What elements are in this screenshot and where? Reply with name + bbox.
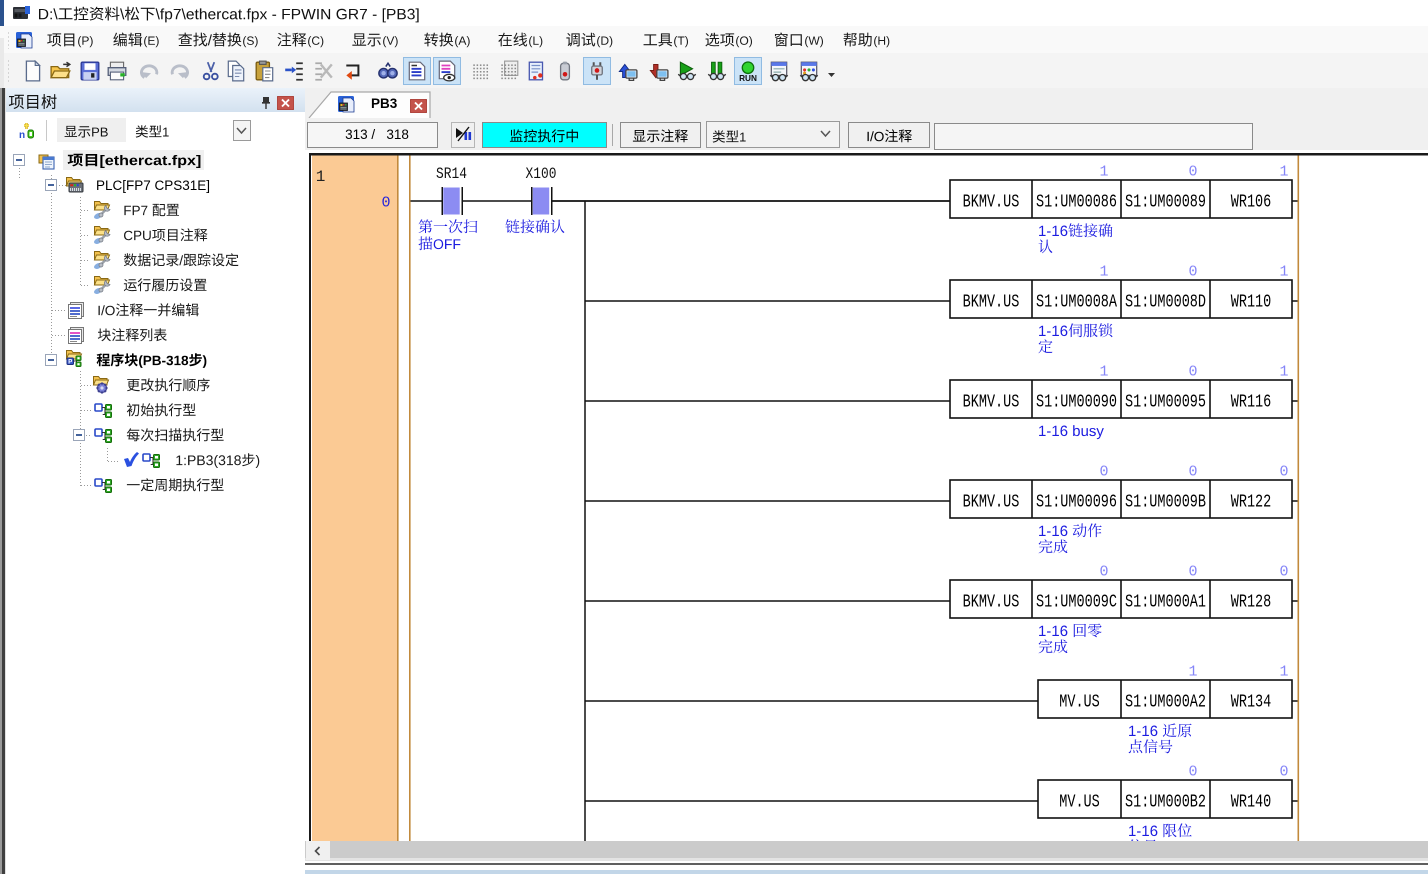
svg-text:1: 1 bbox=[316, 168, 326, 186]
svg-text:S1:UM0009C: S1:UM0009C bbox=[1036, 593, 1117, 613]
svg-text:S1:UM00090: S1:UM00090 bbox=[1036, 393, 1117, 413]
svg-text:S1:UM000A1: S1:UM000A1 bbox=[1125, 593, 1206, 613]
svg-text:0: 0 bbox=[1279, 564, 1288, 581]
svg-text:1: 1 bbox=[1279, 264, 1288, 281]
svg-text:1: 1 bbox=[1099, 164, 1108, 181]
svg-text:WR128: WR128 bbox=[1231, 593, 1272, 613]
svg-text:0: 0 bbox=[1099, 564, 1108, 581]
svg-text:0: 0 bbox=[381, 195, 390, 212]
svg-text:S1:UM00095: S1:UM00095 bbox=[1125, 393, 1206, 413]
svg-text:S1:UM00089: S1:UM00089 bbox=[1125, 193, 1206, 213]
svg-text:S1:UM000B2: S1:UM000B2 bbox=[1125, 793, 1206, 813]
svg-text:0: 0 bbox=[1188, 564, 1197, 581]
svg-text:S1:UM0008A: S1:UM0008A bbox=[1036, 293, 1117, 313]
svg-text:X100: X100 bbox=[526, 165, 557, 183]
svg-text:0: 0 bbox=[1099, 464, 1108, 481]
svg-text:BKMV.US: BKMV.US bbox=[963, 393, 1020, 413]
svg-text:WR134: WR134 bbox=[1231, 693, 1272, 713]
svg-text:1: 1 bbox=[1279, 364, 1288, 381]
svg-text:WR140: WR140 bbox=[1231, 793, 1272, 813]
svg-text:n: n bbox=[19, 130, 25, 141]
svg-text:BKMV.US: BKMV.US bbox=[963, 493, 1020, 513]
svg-text:0: 0 bbox=[1279, 764, 1288, 781]
svg-text:RUN: RUN bbox=[739, 74, 757, 82]
svg-text:WR106: WR106 bbox=[1231, 193, 1272, 213]
svg-text:BKMV.US: BKMV.US bbox=[963, 293, 1020, 313]
svg-text:SR14: SR14 bbox=[436, 165, 467, 183]
svg-text:S1:UM000A2: S1:UM000A2 bbox=[1125, 693, 1206, 713]
svg-text:S1:UM00096: S1:UM00096 bbox=[1036, 493, 1117, 513]
svg-text:0: 0 bbox=[1188, 164, 1197, 181]
svg-text:0: 0 bbox=[1188, 264, 1197, 281]
svg-text:1: 1 bbox=[1188, 664, 1197, 681]
svg-text:WR110: WR110 bbox=[1231, 293, 1272, 313]
svg-text:WR116: WR116 bbox=[1231, 393, 1272, 413]
svg-text:S1:UM0009B: S1:UM0009B bbox=[1125, 493, 1206, 513]
svg-text:MV.US: MV.US bbox=[1059, 693, 1100, 713]
svg-text:S1:UM0008D: S1:UM0008D bbox=[1125, 293, 1206, 313]
svg-text:0: 0 bbox=[1188, 764, 1197, 781]
svg-text:0: 0 bbox=[1279, 464, 1288, 481]
svg-text:1: 1 bbox=[1279, 164, 1288, 181]
svg-text:1: 1 bbox=[1099, 364, 1108, 381]
svg-text:1: 1 bbox=[1099, 264, 1108, 281]
svg-text:BKMV.US: BKMV.US bbox=[963, 193, 1020, 213]
svg-text:BKMV.US: BKMV.US bbox=[963, 593, 1020, 613]
svg-text:S1:UM00086: S1:UM00086 bbox=[1036, 193, 1117, 213]
svg-text:P: P bbox=[68, 360, 72, 366]
svg-text:1: 1 bbox=[1279, 664, 1288, 681]
svg-text:MV.US: MV.US bbox=[1059, 793, 1100, 813]
svg-text:0: 0 bbox=[1188, 464, 1197, 481]
svg-text:WR122: WR122 bbox=[1231, 493, 1272, 513]
svg-text:0: 0 bbox=[1188, 364, 1197, 381]
